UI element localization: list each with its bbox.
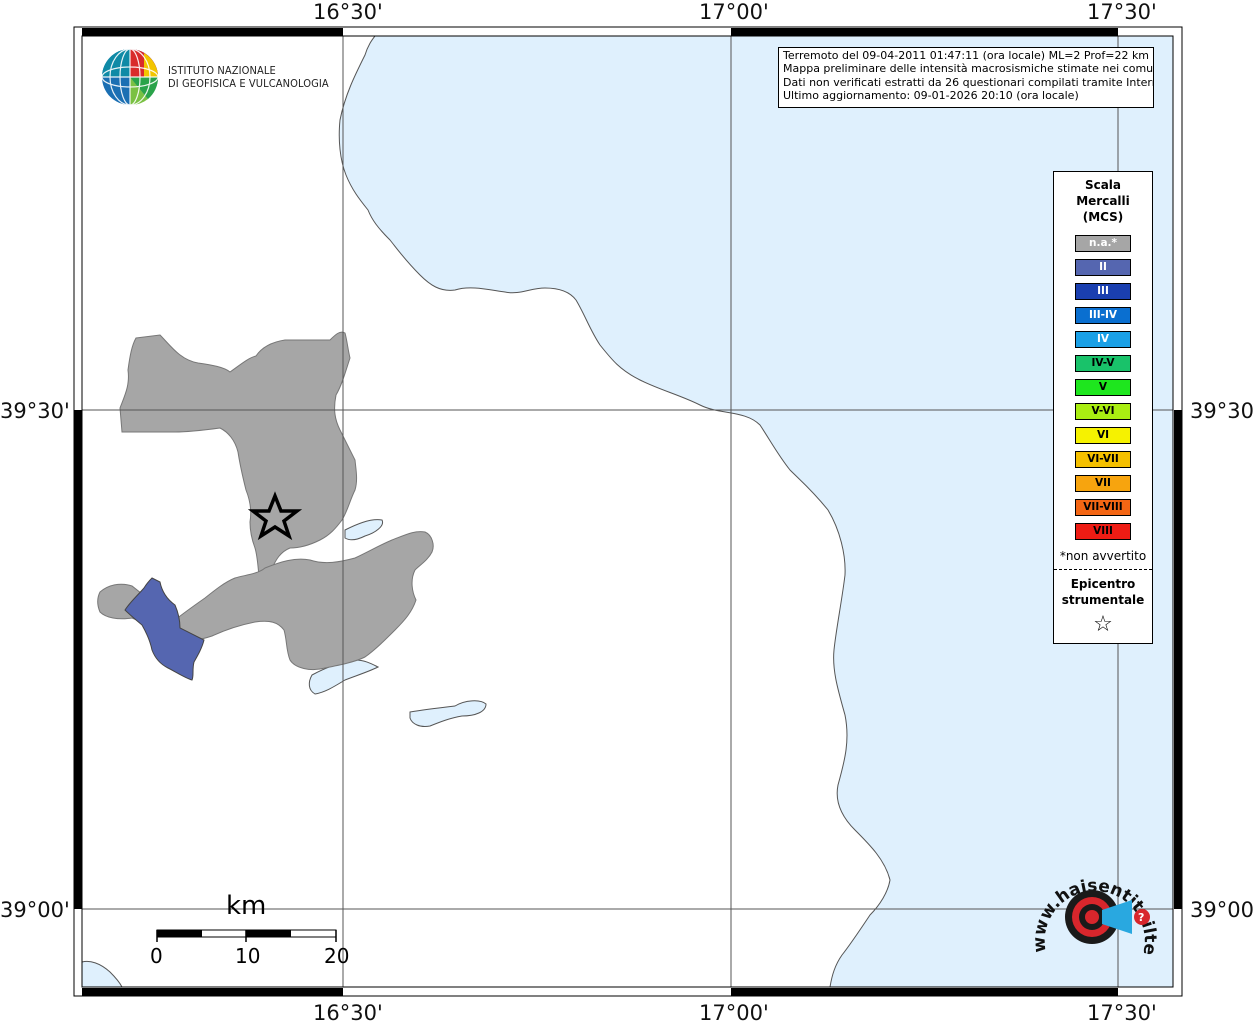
legend-item: II xyxy=(1075,259,1131,276)
legend-item: VIII xyxy=(1075,523,1131,540)
legend-items: n.a.* II III III-IV IV IV-V V V-VI VI VI-VII VII VI… xyxy=(1054,235,1152,540)
haisentito-logo-graphic: www.haisentitoilterremoto.it ? xyxy=(1023,847,1160,956)
lon-label-bottom-1: 16°30' xyxy=(313,1001,383,1025)
lat-label-left-2: 39°00' xyxy=(0,898,70,922)
legend-divider xyxy=(1054,569,1152,570)
legend-item: n.a.* xyxy=(1075,235,1131,252)
info-line-1: Terremoto del 09-04-2011 01:47:11 (ora l… xyxy=(783,49,1150,62)
legend-epicentre-2: strumentale xyxy=(1061,593,1145,607)
lat-label-right-2: 39°00' xyxy=(1190,898,1255,922)
lon-label-top-3: 17°30' xyxy=(1087,0,1157,24)
legend-title-3: (MCS) xyxy=(1082,210,1124,224)
legend-item: IV-V xyxy=(1075,355,1131,372)
legend-item: III-IV xyxy=(1075,307,1131,324)
legend-star-icon: ☆ xyxy=(1093,612,1113,637)
legend-item: IV xyxy=(1075,331,1131,348)
logo-line-1: ISTITUTO NAZIONALE xyxy=(168,64,276,77)
intensity-legend: Scala Mercalli (MCS) n.a.* II III III-IV IV I… xyxy=(1053,171,1153,644)
legend-item: V-VI xyxy=(1075,403,1131,420)
lon-label-bottom-2: 17°00' xyxy=(699,1001,769,1025)
legend-epicentre-1: Epicentro xyxy=(1070,577,1136,591)
scale-unit: km xyxy=(226,891,267,921)
legend-item: VI-VII xyxy=(1075,451,1131,468)
lat-label-right-1: 39°30' xyxy=(1190,399,1255,423)
legend-item: VI xyxy=(1075,427,1131,444)
haisentito-logo: www.haisentitoilterremoto.it ? xyxy=(1023,847,1162,972)
legend-title-1: Scala xyxy=(1084,178,1122,192)
event-info-box: Terremoto del 09-04-2011 01:47:11 (ora l… xyxy=(778,47,1154,108)
lon-label-top-1: 16°30' xyxy=(313,0,383,24)
scale-label-20: 20 xyxy=(324,944,350,968)
legend-item: VII xyxy=(1075,475,1131,492)
globe-icon xyxy=(101,48,159,106)
svg-text:?: ? xyxy=(1138,911,1144,924)
legend-note: *non avvertito xyxy=(1059,549,1147,563)
info-line-4: Ultimo aggiornamento: 09-01-2026 20:10 (… xyxy=(783,89,1079,103)
scale-label-0: 0 xyxy=(150,944,163,968)
legend-item: III xyxy=(1075,283,1131,300)
info-line-2: Mappa preliminare delle intensità macros… xyxy=(783,62,1154,76)
scale-label-10: 10 xyxy=(235,944,261,968)
legend-item: VII-VIII xyxy=(1075,499,1131,516)
lon-label-top-2: 17°00' xyxy=(699,0,769,24)
legend-item: V xyxy=(1075,379,1131,396)
ingv-logo: ISTITUTO NAZIONALE DI GEOFISICA E VULCAN… xyxy=(100,47,329,107)
lon-label-bottom-3: 17°30' xyxy=(1087,1001,1157,1025)
info-line-3: Dati non verificati estratti da 26 quest… xyxy=(783,75,1154,89)
lat-label-left-1: 39°30' xyxy=(0,399,70,423)
legend-title-2: Mercalli xyxy=(1076,194,1130,208)
logo-line-2: DI GEOFISICA E VULCANOLOGIA xyxy=(168,77,329,90)
